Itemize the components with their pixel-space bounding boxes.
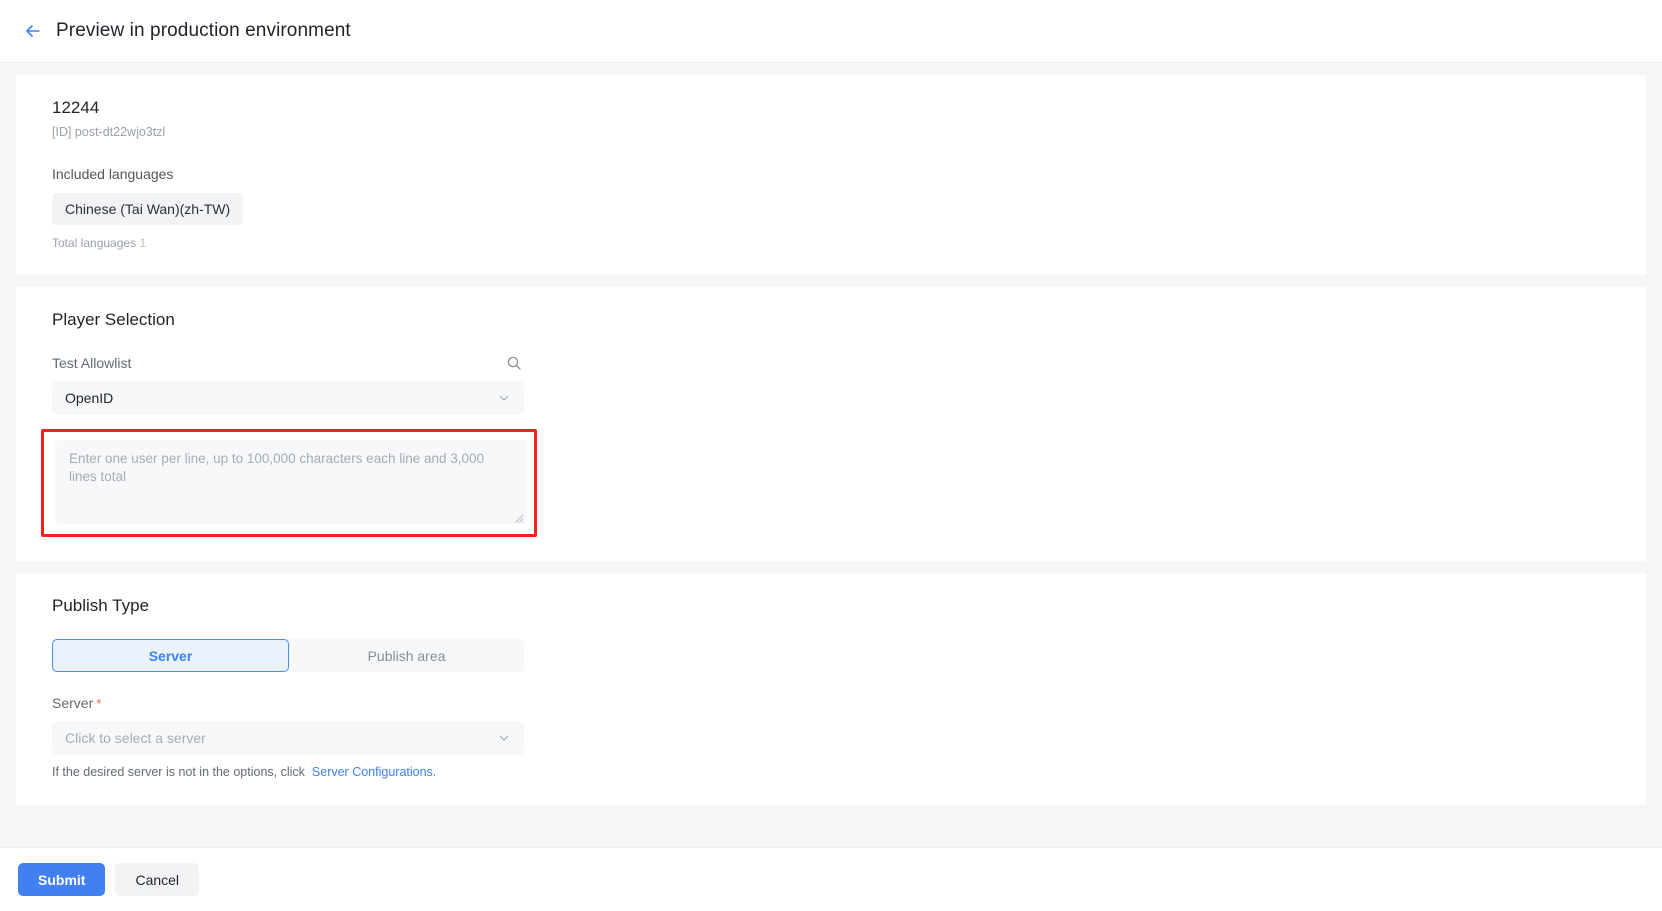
preview-production-page: Preview in production environment 12244 … bbox=[0, 0, 1662, 911]
server-label-row: Server * bbox=[52, 694, 524, 713]
users-textarea-highlight: Enter one user per line, up to 100,000 c… bbox=[41, 429, 537, 537]
users-textarea[interactable]: Enter one user per line, up to 100,000 c… bbox=[55, 440, 527, 524]
chevron-down-icon bbox=[497, 731, 511, 745]
total-languages-count: 1 bbox=[139, 236, 147, 250]
item-number: 12244 bbox=[52, 98, 100, 117]
page-body: 12244 [ID] post-dt22wjo3tzl Included lan… bbox=[0, 63, 1662, 847]
included-languages-label: Included languages bbox=[52, 166, 174, 182]
language-chip-list: Chinese (Tai Wan)(zh-TW) bbox=[52, 193, 1610, 225]
item-info-card: 12244 [ID] post-dt22wjo3tzl Included lan… bbox=[16, 75, 1646, 275]
total-languages-label: Total languages bbox=[52, 236, 137, 250]
player-selection-heading: Player Selection bbox=[52, 310, 175, 329]
server-label: Server * bbox=[52, 694, 101, 713]
chevron-down-icon bbox=[497, 391, 511, 405]
server-hint-text: If the desired server is not in the opti… bbox=[52, 765, 305, 779]
search-icon[interactable] bbox=[504, 353, 524, 373]
id-type-select-value: OpenID bbox=[65, 390, 114, 406]
tab-server[interactable]: Server bbox=[52, 639, 289, 672]
users-textarea-placeholder: Enter one user per line, up to 100,000 c… bbox=[69, 451, 485, 484]
publish-type-tabs: Server Publish area bbox=[52, 639, 524, 672]
test-allowlist-label-row: Test Allowlist bbox=[52, 353, 524, 373]
required-marker: * bbox=[96, 696, 102, 711]
player-selection-card: Player Selection Test Allowlist OpenID E… bbox=[16, 287, 1646, 561]
submit-button[interactable]: Submit bbox=[18, 863, 106, 896]
server-select-placeholder: Click to select a server bbox=[65, 730, 206, 746]
language-chip: Chinese (Tai Wan)(zh-TW) bbox=[52, 193, 244, 225]
resize-handle-icon[interactable] bbox=[513, 510, 524, 523]
server-select[interactable]: Click to select a server bbox=[52, 721, 524, 755]
tab-publish-area[interactable]: Publish area bbox=[289, 639, 524, 672]
total-languages: Total languages 1 bbox=[52, 235, 1610, 251]
publish-type-card: Publish Type Server Publish area Server *… bbox=[16, 573, 1646, 805]
id-type-select[interactable]: OpenID bbox=[52, 381, 524, 415]
server-hint: If the desired server is not in the opti… bbox=[52, 764, 1610, 781]
page-footer: Submit Cancel bbox=[0, 847, 1662, 911]
page-title: Preview in production environment bbox=[56, 20, 351, 41]
arrow-left-icon[interactable] bbox=[18, 16, 48, 46]
server-configurations-link[interactable]: Server Configurations. bbox=[312, 765, 436, 779]
publish-type-heading: Publish Type bbox=[52, 596, 150, 615]
cancel-button[interactable]: Cancel bbox=[115, 863, 200, 896]
server-label-text: Server bbox=[52, 695, 94, 711]
item-id-line: [ID] post-dt22wjo3tzl bbox=[52, 125, 166, 139]
page-header: Preview in production environment bbox=[0, 0, 1662, 63]
test-allowlist-label: Test Allowlist bbox=[52, 355, 132, 371]
